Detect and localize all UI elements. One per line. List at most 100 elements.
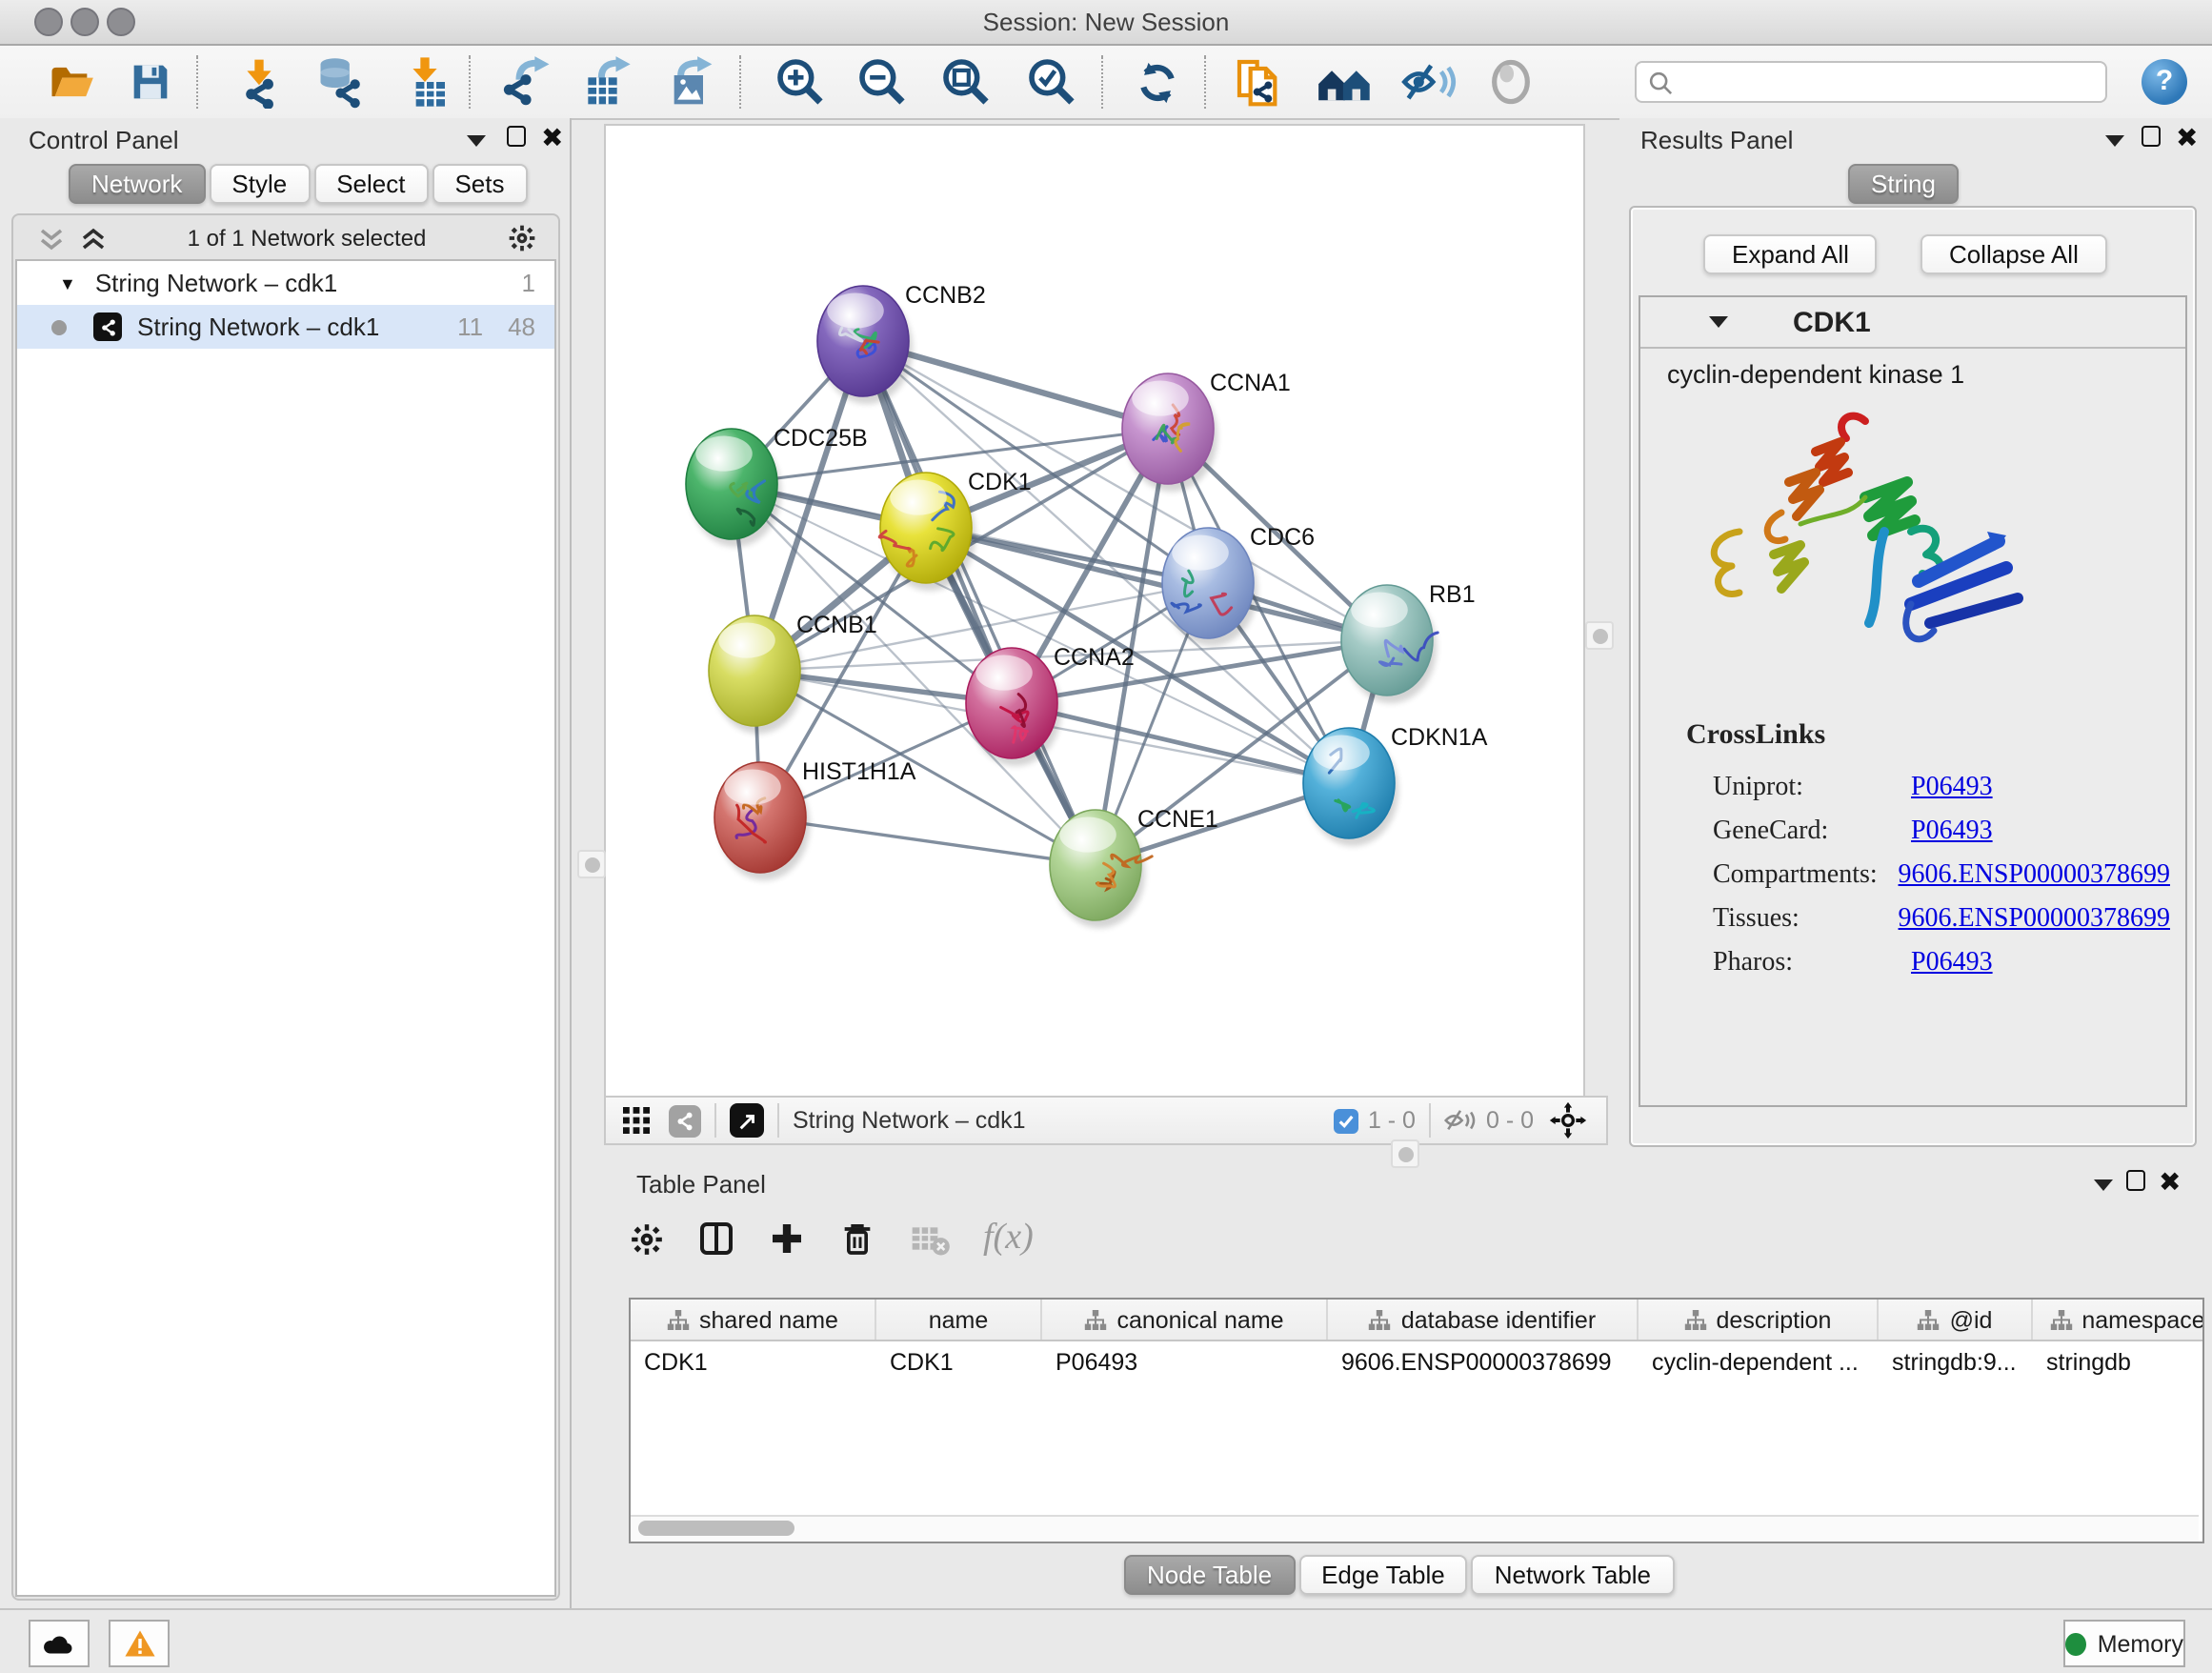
column-header-shared-name[interactable]: shared name (631, 1300, 876, 1340)
delete-table-icon[interactable] (909, 1219, 951, 1258)
hidden-eye-icon[interactable] (1444, 1107, 1477, 1134)
table-cell[interactable]: P06493 (1042, 1341, 1328, 1383)
zoom-in-button[interactable] (768, 51, 833, 112)
collapse-all-button[interactable]: Collapse All (1920, 234, 2107, 274)
network-row[interactable]: String Network – cdk1 11 48 (17, 305, 554, 349)
control-panel-float-icon[interactable] (507, 126, 526, 147)
network-graph[interactable]: CCNB2CCNA1CDC25BCDK1CDC6RB1CCNB1CCNA2CDK… (606, 126, 1583, 1096)
crosslink-value-link[interactable]: 9606.ENSP00000378699 (1899, 904, 2170, 935)
pan-crosshair-icon[interactable] (1549, 1101, 1587, 1139)
node-CCNA1[interactable] (1122, 373, 1217, 492)
node-CCNA2[interactable] (966, 648, 1061, 766)
crosslink-value-link[interactable]: P06493 (1911, 773, 1993, 803)
tab-sets[interactable]: Sets (432, 164, 527, 204)
tab-network-table[interactable]: Network Table (1472, 1555, 1674, 1595)
table-panel-menu-icon[interactable] (2094, 1179, 2113, 1191)
tab-node-table[interactable]: Node Table (1124, 1555, 1295, 1595)
edge-CCNA2-CDKN1A[interactable] (1012, 703, 1349, 783)
tab-edge-table[interactable]: Edge Table (1298, 1555, 1468, 1595)
column-header-namespace[interactable]: namespace (2033, 1300, 2204, 1340)
results-panel-menu-icon[interactable] (2105, 135, 2124, 147)
tab-style[interactable]: Style (209, 164, 310, 204)
node-CCNB1[interactable] (709, 615, 804, 734)
search-input[interactable] (1635, 61, 2107, 103)
column-header--id[interactable]: @id (1879, 1300, 2033, 1340)
import-network-database-button[interactable] (305, 51, 370, 112)
create-column-icon[interactable] (768, 1219, 806, 1258)
cdk1-expander-icon[interactable] (1709, 316, 1728, 328)
zoom-selected-button[interactable] (1019, 51, 1084, 112)
network-canvas[interactable]: CCNB2CCNA1CDC25BCDK1CDC6RB1CCNB1CCNA2CDK… (604, 124, 1585, 1098)
export-table-button[interactable] (573, 51, 638, 112)
warnings-button[interactable] (109, 1620, 170, 1667)
table-cell[interactable]: 9606.ENSP00000378699 (1328, 1341, 1639, 1383)
network-view-share-icon[interactable] (669, 1104, 701, 1137)
table-panel-float-icon[interactable] (2126, 1170, 2145, 1191)
scrollbar-thumb[interactable] (638, 1521, 794, 1536)
expand-all-button[interactable]: Expand All (1703, 234, 1878, 274)
left-splitter-handle[interactable] (577, 850, 606, 878)
node-CDK1[interactable] (879, 473, 975, 591)
tab-network[interactable]: Network (69, 164, 205, 204)
control-panel-close-icon[interactable]: ✖ (541, 128, 563, 147)
network-collection-row[interactable]: ▼ String Network – cdk1 1 (17, 261, 554, 305)
function-builder-icon[interactable]: f(x) (983, 1218, 1034, 1260)
first-neighbors-button[interactable] (1313, 51, 1377, 112)
tab-select[interactable]: Select (313, 164, 428, 204)
node-CDC6[interactable] (1162, 528, 1257, 646)
edge-HIST1H1A-CCNE1[interactable] (760, 817, 1096, 865)
cloud-status-button[interactable] (29, 1620, 90, 1667)
selected-checkbox-icon[interactable] (1334, 1108, 1358, 1133)
cdk1-section-header[interactable]: CDK1 (1640, 297, 2185, 349)
control-panel-menu-icon[interactable] (467, 135, 486, 147)
table-cell[interactable]: cyclin-dependent ... (1639, 1341, 1879, 1383)
network-options-gear-icon[interactable] (507, 223, 537, 253)
crosslink-value-link[interactable]: 9606.ENSP00000378699 (1899, 860, 2170, 891)
results-panel-close-icon[interactable]: ✖ (2176, 128, 2198, 147)
results-panel-float-icon[interactable] (2142, 126, 2161, 147)
column-header-name[interactable]: name (876, 1300, 1042, 1340)
table-cell[interactable]: stringdb (2033, 1341, 2204, 1383)
node-table[interactable]: shared namenamecanonical namedatabase id… (629, 1298, 2204, 1543)
birdseye-view-icon[interactable] (730, 1103, 764, 1138)
column-header-database-identifier[interactable]: database identifier (1328, 1300, 1639, 1340)
help-button[interactable]: ? (2142, 59, 2187, 105)
node-RB1[interactable] (1341, 585, 1438, 703)
column-header-canonical-name[interactable]: canonical name (1042, 1300, 1328, 1340)
table-cell[interactable]: CDK1 (876, 1341, 1042, 1383)
export-image-button[interactable] (657, 51, 722, 112)
collapse-all-networks-icon[interactable] (38, 226, 65, 251)
import-network-file-button[interactable] (227, 51, 292, 112)
bottom-splitter-handle[interactable] (1391, 1139, 1419, 1168)
node-CDKN1A[interactable] (1303, 728, 1398, 846)
import-table-button[interactable] (392, 51, 457, 112)
table-panel-close-icon[interactable]: ✖ (2159, 1172, 2181, 1191)
delete-column-icon[interactable] (838, 1219, 876, 1258)
table-options-gear-icon[interactable] (629, 1220, 665, 1257)
table-row[interactable]: CDK1CDK1P064939606.ENSP00000378699cyclin… (631, 1341, 2202, 1383)
memory-button[interactable]: Memory (2063, 1620, 2185, 1667)
expand-all-networks-icon[interactable] (80, 226, 107, 251)
save-session-button[interactable] (118, 51, 183, 112)
crosslink-value-link[interactable]: P06493 (1911, 816, 1993, 847)
tab-string[interactable]: String (1848, 164, 1959, 204)
node-CCNB2[interactable] (817, 286, 913, 404)
export-network-button[interactable] (493, 51, 558, 112)
zoom-fit-button[interactable] (934, 51, 998, 112)
clone-network-button[interactable] (1227, 51, 1292, 112)
show-columns-icon[interactable] (697, 1219, 735, 1258)
column-header-description[interactable]: description (1639, 1300, 1879, 1340)
hide-selected-button[interactable] (1397, 51, 1461, 112)
table-horizontal-scrollbar[interactable] (631, 1515, 2199, 1542)
node-HIST1H1A[interactable] (714, 762, 810, 880)
grid-view-icon[interactable] (621, 1105, 652, 1136)
zoom-out-button[interactable] (850, 51, 915, 112)
collection-expander-icon[interactable]: ▼ (59, 273, 76, 292)
refresh-view-button[interactable] (1124, 51, 1189, 112)
right-splitter-handle[interactable] (1585, 621, 1614, 650)
table-cell[interactable]: CDK1 (631, 1341, 876, 1383)
crosslink-value-link[interactable]: P06493 (1911, 948, 1993, 978)
table-cell[interactable]: stringdb:9... (1879, 1341, 2033, 1383)
open-session-button[interactable] (38, 51, 103, 112)
show-all-button[interactable] (1478, 51, 1543, 112)
